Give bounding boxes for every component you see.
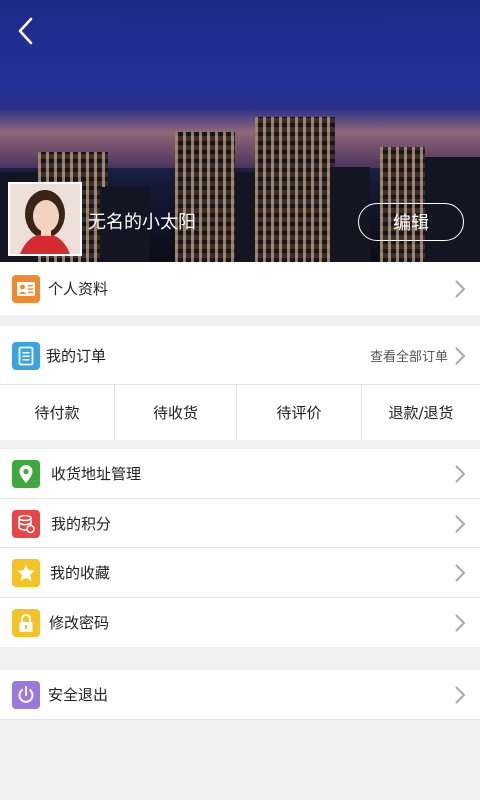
chevron-right-icon: [455, 464, 466, 483]
chevron-left-icon: [18, 17, 33, 45]
user-photo: [10, 184, 80, 254]
my-orders-row[interactable]: 我的订单 查看全部订单: [0, 331, 480, 380]
my-points-row[interactable]: 我的积分: [0, 499, 480, 548]
profile-card-icon: [12, 274, 40, 303]
edit-button-label: 编辑: [393, 213, 429, 234]
change-password-label: 修改密码: [49, 614, 110, 632]
building: [175, 132, 235, 262]
logout-label: 安全退出: [48, 686, 109, 704]
logout-row[interactable]: 安全退出: [0, 670, 480, 719]
menu-section: 收货地址管理 我的积分 我的收藏 修改密码: [0, 449, 480, 647]
tab-pending-payment[interactable]: 待付款: [0, 385, 115, 440]
my-points-label: 我的积分: [51, 515, 112, 533]
chevron-right-icon: [455, 563, 466, 582]
edit-profile-button[interactable]: 编辑: [358, 203, 464, 241]
chevron-right-icon: [455, 279, 466, 298]
view-all-orders-link[interactable]: 查看全部订单: [370, 346, 448, 365]
back-button[interactable]: [10, 14, 40, 48]
location-pin-icon: [12, 459, 40, 488]
logout-section: 安全退出: [0, 670, 480, 719]
chevron-right-icon: [455, 346, 466, 365]
power-icon: [12, 680, 40, 709]
star-icon: [12, 558, 40, 587]
address-management-row[interactable]: 收货地址管理: [0, 449, 480, 498]
my-orders-label: 我的订单: [46, 347, 107, 365]
username: 无名的小太阳: [88, 212, 196, 233]
lock-icon: [12, 608, 40, 637]
profile-info-label: 个人资料: [48, 280, 109, 298]
divider: [0, 719, 480, 720]
change-password-row[interactable]: 修改密码: [0, 598, 480, 647]
chevron-right-icon: [455, 514, 466, 533]
avatar[interactable]: [8, 182, 82, 256]
chevron-right-icon: [455, 613, 466, 632]
my-favorites-row[interactable]: 我的收藏: [0, 548, 480, 597]
profile-info-row[interactable]: 个人资料: [0, 264, 480, 313]
my-favorites-label: 我的收藏: [50, 564, 111, 582]
profile-section: 个人资料: [0, 262, 480, 315]
order-status-tabs: 待付款 待收货 待评价 退款/退货: [0, 385, 480, 440]
profile-header: 无名的小太阳 编辑: [0, 0, 480, 262]
coins-icon: [12, 509, 40, 538]
address-management-label: 收货地址管理: [51, 465, 142, 483]
tab-pending-review[interactable]: 待评价: [237, 385, 362, 440]
building: [255, 117, 335, 262]
chevron-right-icon: [455, 685, 466, 704]
tab-pending-receipt[interactable]: 待收货: [115, 385, 237, 440]
order-list-icon: [12, 341, 40, 370]
tab-refund-return[interactable]: 退款/退货: [362, 385, 480, 440]
